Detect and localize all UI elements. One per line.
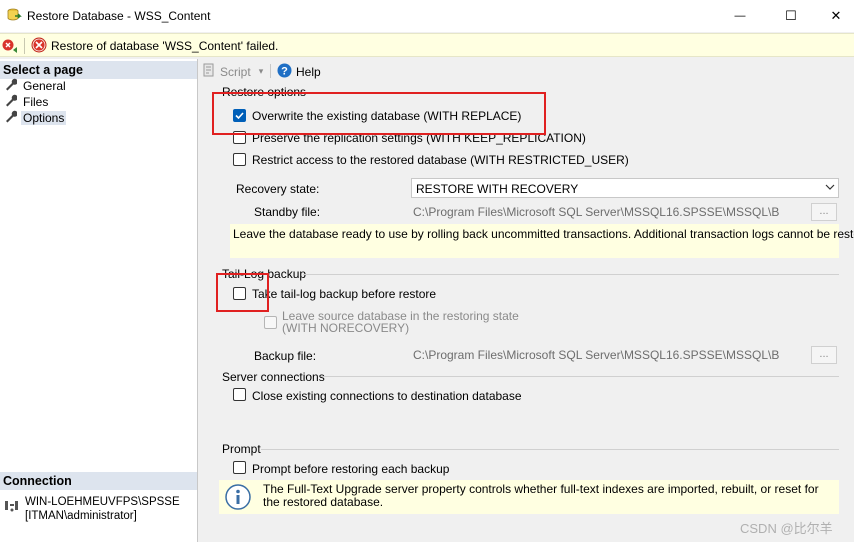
page-item-options[interactable]: Options [4,110,67,126]
standby-file-label: Standby file: [254,205,321,219]
prompt-checkbox[interactable] [233,461,246,474]
close-connections-checkbox[interactable] [233,388,246,401]
recovery-description-text: Leave the database ready to use by rolli… [233,227,854,241]
connection-server[interactable]: WIN-LOEHMEUVFPS\SPSSE [25,496,180,508]
script-label: Script [220,64,251,79]
script-button[interactable]: Script ▾ [202,63,263,80]
toolbar-separator [270,64,271,78]
prompt-group-label: Prompt [222,442,261,456]
leave-source-checkbox[interactable] [264,316,277,329]
backup-file-input[interactable]: C:\Program Files\Microsoft SQL Server\MS… [411,345,779,365]
info-icon [225,484,251,513]
connection-user: [ITMAN\administrator] [25,510,137,522]
window-title: Restore Database - WSS_Content [27,9,211,23]
tail-log-label[interactable]: Take tail-log backup before restore [252,287,436,301]
group-divider [321,376,839,377]
connection-icon[interactable] [4,498,20,514]
recovery-state-label: Recovery state: [236,182,320,196]
select-page-header: Select a page [0,61,197,79]
help-icon: ? [277,63,292,81]
standby-file-input[interactable]: C:\Program Files\Microsoft SQL Server\MS… [411,202,779,222]
leave-source-sublabel: (WITH NORECOVERY) [282,321,410,335]
minimize-icon: — [734,10,746,22]
options-pane: Script ▾ ? Help Restore options Overwrit… [199,59,854,542]
page-item-files[interactable]: Files [4,94,50,110]
recovery-state-value: RESTORE WITH RECOVERY [416,182,579,196]
chevron-down-icon [825,180,835,197]
database-restore-icon [6,7,22,23]
group-divider [261,449,839,450]
chevron-down-icon: ▾ [258,66,264,76]
highlight-overwrite [212,92,546,135]
page-item-label: Options [21,111,67,125]
highlight-tail-log [216,273,269,312]
restrict-access-label[interactable]: Restrict access to the restored database… [252,153,629,167]
error-icon [31,37,47,53]
recovery-state-select[interactable]: RESTORE WITH RECOVERY [411,178,839,198]
minimize-button[interactable]: — [717,0,763,32]
help-label: Help [296,65,321,79]
server-connections-group-label: Server connections [222,370,325,384]
wrench-icon [4,94,18,110]
prompt-label[interactable]: Prompt before restoring each backup [252,462,449,476]
watermark: CSDN @比尔羊 [740,521,833,536]
standby-browse-button[interactable]: ... [811,203,837,221]
maximize-icon: ☐ [785,8,797,23]
close-button[interactable]: ✕ [813,0,854,32]
wrench-icon [4,78,18,94]
error-bar: Restore of database 'WSS_Content' failed… [0,33,854,57]
fulltext-info-text: The Full-Text Upgrade server property co… [263,482,819,509]
page-item-label: Files [23,95,49,109]
page-item-general[interactable]: General [4,78,68,94]
connection-header: Connection [0,472,197,490]
fulltext-info-box: The Full-Text Upgrade server property co… [219,480,839,514]
page-item-label: General [23,79,66,93]
help-button[interactable]: ? Help [277,63,321,81]
group-divider [303,274,839,275]
backup-file-label: Backup file: [254,349,317,363]
backup-browse-button[interactable]: ... [811,346,837,364]
svg-text:?: ? [281,66,288,78]
wrench-icon [4,110,18,126]
error-status-icon [2,38,20,54]
error-separator [24,38,25,54]
recovery-description: Leave the database ready to use by rolli… [230,224,854,258]
left-pane: Select a page General Files Options Conn… [0,59,198,542]
maximize-button[interactable]: ☐ [768,0,814,32]
title-bar: Restore Database - WSS_Content — ☐ ✕ [0,0,854,32]
script-icon [202,63,216,80]
close-connections-label[interactable]: Close existing connections to destinatio… [252,389,522,403]
error-message: Restore of database 'WSS_Content' failed… [51,39,279,53]
restrict-access-checkbox[interactable] [233,153,246,166]
close-icon: ✕ [830,8,842,23]
